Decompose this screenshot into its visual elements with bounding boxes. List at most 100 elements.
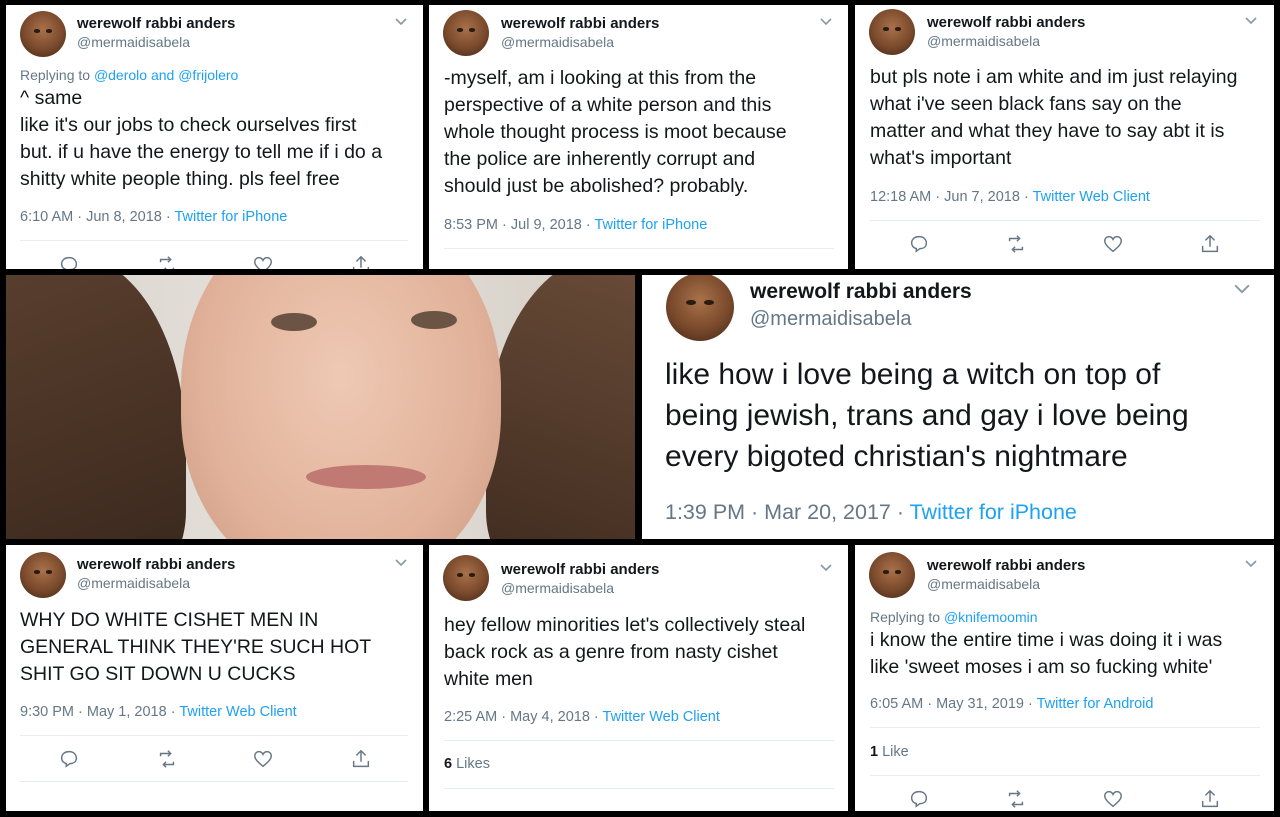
tweet-time[interactable]: 2:25 AM · May 4, 2018 ·	[444, 709, 603, 725]
tweet-text: like how i love being a witch on top of …	[665, 354, 1265, 477]
mention-link[interactable]: @derolo	[94, 67, 147, 83]
tweet-source[interactable]: Twitter Web Client	[179, 704, 296, 720]
chevron-down-icon[interactable]	[818, 559, 834, 575]
handle[interactable]: @mermaidisabela	[501, 580, 614, 596]
tweet-line: like how i love being a witch on top of	[665, 358, 1161, 391]
action-bar	[6, 254, 423, 269]
tweet-time[interactable]: 1:39 PM · Mar 20, 2017 ·	[665, 500, 910, 524]
handle[interactable]: @mermaidisabela	[927, 33, 1040, 49]
avatar[interactable]	[443, 555, 489, 601]
share-icon[interactable]	[350, 254, 372, 269]
handle[interactable]: @mermaidisabela	[77, 34, 190, 50]
tweet-time[interactable]: 9:30 PM · May 1, 2018 ·	[20, 704, 179, 720]
tweet-line: matter and what they have to say abt it …	[870, 120, 1225, 142]
tweet-time[interactable]: 6:10 AM · Jun 8, 2018 ·	[20, 209, 175, 225]
mention-link[interactable]: @frijolero	[178, 67, 238, 83]
handle[interactable]: @mermaidisabela	[501, 34, 614, 50]
likes-count[interactable]: 1 Like	[870, 744, 909, 760]
chevron-down-icon[interactable]	[393, 554, 409, 570]
tweet-timestamp[interactable]: 6:10 AM · Jun 8, 2018 · Twitter for iPho…	[20, 209, 287, 225]
display-name[interactable]: werewolf rabbi anders	[501, 15, 659, 32]
tweet-card[interactable]: werewolf rabbi anders @mermaidisabela he…	[429, 545, 848, 811]
tweet-line: perspective of a white person and this	[444, 94, 772, 116]
mention-link[interactable]: @knifemoomin	[944, 609, 1038, 625]
tweet-source[interactable]: Twitter Web Client	[603, 709, 720, 725]
avatar[interactable]	[869, 552, 915, 598]
retweet-icon[interactable]	[156, 254, 178, 269]
avatar[interactable]	[869, 9, 915, 55]
tweet-card[interactable]: werewolf rabbi anders @mermaidisabela WH…	[6, 545, 423, 811]
share-icon[interactable]	[1199, 233, 1221, 255]
retweet-icon[interactable]	[1005, 233, 1027, 255]
reply-icon[interactable]	[58, 748, 80, 770]
share-icon[interactable]	[350, 748, 372, 770]
tweet-line: -myself, am i looking at this from the	[444, 67, 757, 89]
retweet-icon[interactable]	[156, 748, 178, 770]
tweet-line: the police are inherently corrupt and	[444, 148, 756, 170]
divider	[444, 788, 834, 789]
tweet-line: but. if u have the energy to tell me if …	[20, 141, 383, 163]
divider	[20, 781, 408, 782]
tweet-line: but pls note i am white and im just rela…	[870, 66, 1238, 88]
mention-joiner: and	[147, 67, 179, 83]
like-icon[interactable]	[1102, 233, 1124, 255]
tweet-card[interactable]: werewolf rabbi anders @mermaidisabela Re…	[6, 5, 423, 269]
chevron-down-icon[interactable]	[1231, 277, 1253, 299]
handle[interactable]: @mermaidisabela	[77, 575, 190, 591]
like-icon[interactable]	[1102, 788, 1124, 810]
display-name[interactable]: werewolf rabbi anders	[750, 280, 972, 304]
tweet-line: like 'sweet moses i am so fucking white'	[870, 656, 1213, 678]
tweet-line: every bigoted christian's nightmare	[665, 440, 1128, 473]
avatar[interactable]	[20, 552, 66, 598]
tweet-text: ^ same like it's our jobs to check ourse…	[20, 85, 420, 193]
tweet-text: hey fellow minorities let's collectively…	[444, 612, 844, 693]
tweet-source[interactable]: Twitter for Android	[1037, 696, 1154, 712]
tweet-timestamp[interactable]: 12:18 AM · Jun 7, 2018 · Twitter Web Cli…	[870, 189, 1150, 205]
tweet-text: -myself, am i looking at this from the p…	[444, 65, 844, 200]
tweet-time[interactable]: 8:53 PM · Jul 9, 2018 ·	[444, 217, 594, 233]
tweet-timestamp[interactable]: 8:53 PM · Jul 9, 2018 · Twitter for iPho…	[444, 217, 707, 233]
tweet-card[interactable]: werewolf rabbi anders @mermaidisabela bu…	[855, 5, 1274, 269]
like-icon[interactable]	[252, 254, 274, 269]
replying-to: Replying to @knifemoomin	[870, 609, 1038, 625]
handle[interactable]: @mermaidisabela	[750, 308, 911, 331]
tweet-time[interactable]: 12:18 AM · Jun 7, 2018 ·	[870, 189, 1033, 205]
tweet-card[interactable]: werewolf rabbi anders @mermaidisabela -m…	[429, 5, 848, 269]
display-name[interactable]: werewolf rabbi anders	[77, 15, 235, 32]
like-icon[interactable]	[252, 748, 274, 770]
tweet-timestamp[interactable]: 1:39 PM · Mar 20, 2017 · Twitter for iPh…	[665, 500, 1077, 525]
tweet-timestamp[interactable]: 2:25 AM · May 4, 2018 · Twitter Web Clie…	[444, 709, 720, 725]
tweet-line: i know the entire time i was doing it i …	[870, 629, 1223, 651]
tweet-text: i know the entire time i was doing it i …	[870, 627, 1270, 681]
display-name[interactable]: werewolf rabbi anders	[77, 556, 235, 573]
display-name[interactable]: werewolf rabbi anders	[927, 557, 1085, 574]
divider	[444, 248, 834, 249]
display-name[interactable]: werewolf rabbi anders	[927, 14, 1085, 31]
handle[interactable]: @mermaidisabela	[927, 576, 1040, 592]
photo-hair-right	[486, 275, 635, 539]
avatar[interactable]	[443, 10, 489, 56]
display-name[interactable]: werewolf rabbi anders	[501, 561, 659, 578]
tweet-timestamp[interactable]: 6:05 AM · May 31, 2019 · Twitter for And…	[870, 696, 1153, 712]
tweet-source[interactable]: Twitter for iPhone	[594, 217, 707, 233]
avatar[interactable]	[20, 11, 66, 57]
likes-count[interactable]: 6 Likes	[444, 756, 490, 772]
reply-icon[interactable]	[58, 254, 80, 269]
reply-icon[interactable]	[908, 788, 930, 810]
tweet-card[interactable]: werewolf rabbi anders @mermaidisabela Re…	[855, 545, 1274, 811]
chevron-down-icon[interactable]	[818, 13, 834, 29]
avatar[interactable]	[666, 275, 734, 341]
reply-icon[interactable]	[908, 233, 930, 255]
tweet-source[interactable]: Twitter for iPhone	[175, 209, 288, 225]
tweet-timestamp[interactable]: 9:30 PM · May 1, 2018 · Twitter Web Clie…	[20, 704, 297, 720]
share-icon[interactable]	[1199, 788, 1221, 810]
tweet-source[interactable]: Twitter Web Client	[1033, 189, 1150, 205]
chevron-down-icon[interactable]	[393, 13, 409, 29]
tweet-time[interactable]: 6:05 AM · May 31, 2019 ·	[870, 696, 1037, 712]
tweet-card[interactable]: werewolf rabbi anders @mermaidisabela li…	[642, 275, 1274, 539]
retweet-icon[interactable]	[1005, 788, 1027, 810]
chevron-down-icon[interactable]	[1243, 555, 1259, 571]
likes-label: Likes	[452, 756, 490, 772]
tweet-source[interactable]: Twitter for iPhone	[910, 500, 1077, 524]
chevron-down-icon[interactable]	[1243, 12, 1259, 28]
